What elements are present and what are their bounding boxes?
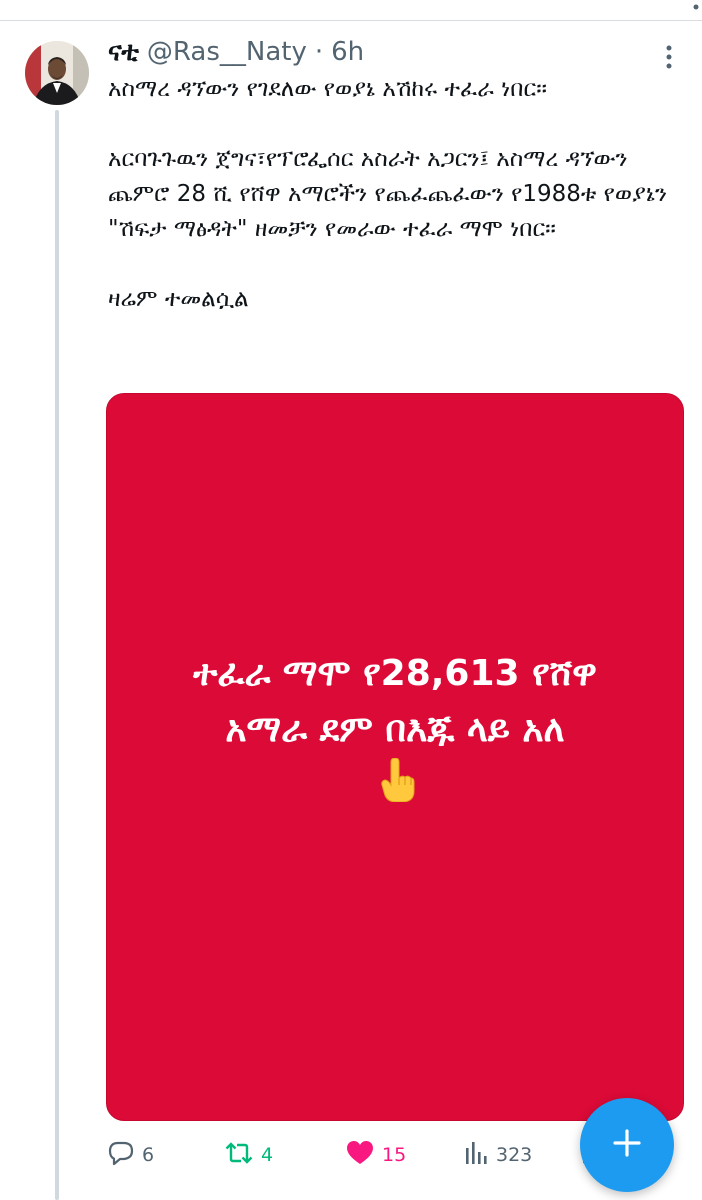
media-line-2-wrap: አማራ ደም በእጁ ላይ አለ	[107, 702, 683, 819]
heart-icon	[346, 1140, 374, 1171]
like-button[interactable]: 15	[346, 1140, 406, 1170]
thread-line	[55, 110, 59, 1200]
tweet-paragraph: አስማረ ዳኘውን የገደለው የወያኔ አሽከሩ ተፈራ ነበር።	[108, 76, 547, 102]
tweet-actions: 6 4 15 323	[108, 1140, 568, 1170]
reply-icon	[108, 1140, 134, 1171]
tweet-header: ናቲ @Ras__Naty · 6h	[108, 36, 364, 68]
retweet-icon	[225, 1140, 253, 1171]
views-button[interactable]: 323	[464, 1140, 532, 1170]
views-icon	[464, 1140, 488, 1171]
retweet-button[interactable]: 4	[225, 1140, 273, 1170]
retweet-count: 4	[261, 1144, 274, 1166]
reply-count: 6	[142, 1144, 155, 1166]
tweet-paragraph: አርባጉጉዉን ጀግና፣የፕሮፌሰር አስራት አጋርን፤ አስማረ ዳኘውን …	[108, 146, 668, 242]
more-icon[interactable]	[659, 42, 679, 72]
media-caption: ተፈራ ማሞ የ28,613 የሸዋ አማራ ደም በእጁ ላይ አለ	[107, 646, 683, 819]
media-line-2: አማራ ደም በእጁ ላይ አለ	[225, 709, 565, 750]
media-line-1: ተፈራ ማሞ የ28,613 የሸዋ	[193, 653, 597, 694]
timestamp[interactable]: 6h	[331, 37, 364, 67]
handle[interactable]: @Ras__Naty	[147, 37, 307, 67]
tweet-text: አስማረ ዳኘውን የገደለው የወያኔ አሽከሩ ተፈራ ነበር። አርባጉጉ…	[108, 72, 688, 317]
pointing-up-emoji	[113, 757, 683, 819]
like-count: 15	[382, 1144, 407, 1166]
media-image[interactable]: ተፈራ ማሞ የ28,613 የሸዋ አማራ ደም በእጁ ላይ አለ	[106, 393, 684, 1121]
tweet-paragraph: ዛሬም ተመልሷል	[108, 286, 249, 312]
more-icon-top	[689, 0, 702, 14]
display-name[interactable]: ናቲ	[108, 37, 139, 68]
avatar[interactable]	[25, 41, 89, 105]
separator-dot: ·	[314, 37, 324, 67]
compose-button[interactable]	[580, 1098, 674, 1192]
plus-icon	[612, 1128, 642, 1162]
reply-button[interactable]: 6	[108, 1140, 154, 1170]
top-divider	[0, 20, 702, 21]
view-count: 323	[496, 1144, 533, 1166]
